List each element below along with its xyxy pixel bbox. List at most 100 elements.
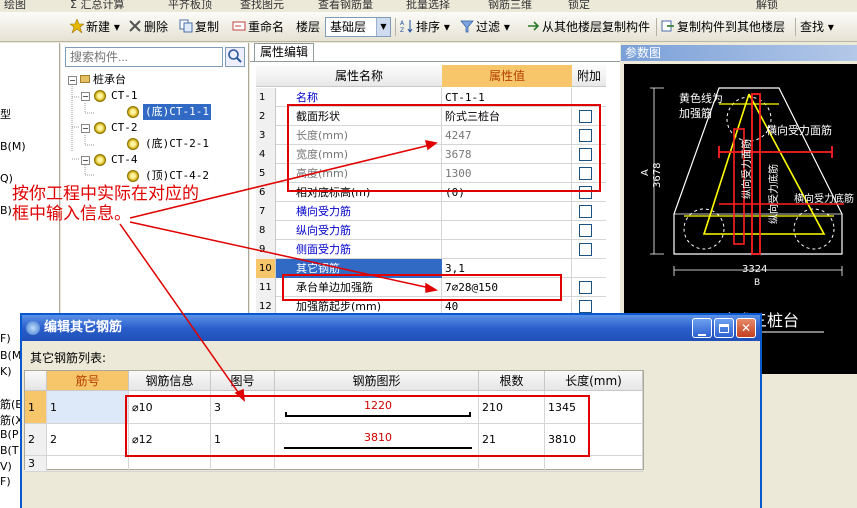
copy-from-floor-button[interactable]: 从其他楼层复制构件 — [526, 18, 650, 36]
tree-node-ct1-1[interactable]: (底)CT-1-1 — [143, 104, 211, 120]
property-name: 纵向受力筋 — [296, 224, 351, 237]
row-number: 11 — [256, 278, 276, 297]
property-name: 横向受力筋 — [296, 205, 351, 218]
header-attached: 附加 — [576, 69, 601, 83]
attach-checkbox[interactable] — [579, 300, 592, 313]
strip-label: V) — [0, 460, 12, 473]
attach-checkbox[interactable] — [579, 205, 592, 218]
tree-node-ct2[interactable]: CT-2 — [111, 120, 138, 136]
menu-unlock[interactable]: 解锁 — [756, 0, 778, 10]
row-number: 1 — [256, 88, 276, 107]
copy-to-floor-icon — [661, 19, 675, 33]
strip-label: F) — [0, 475, 11, 488]
tree-node-ct2-1[interactable]: (底)CT-2-1 — [145, 136, 209, 152]
tree-node-ct1[interactable]: CT-1 — [111, 88, 138, 104]
cell-length[interactable] — [545, 456, 643, 472]
menu-rebar-3d[interactable]: 钢筋三维 — [488, 0, 532, 10]
col-length: 长度(mm) — [545, 371, 643, 391]
menu-draw[interactable]: 绘图 — [4, 0, 26, 10]
floor-select[interactable]: 基础层 ▼ — [325, 17, 391, 37]
toolbar-divider — [656, 18, 657, 36]
label-h-top: 横向受力面筋 — [766, 123, 832, 137]
copy-to-floor-button[interactable]: 复制构件到其他楼层 — [661, 18, 785, 36]
collapse-toggle[interactable]: − — [81, 92, 90, 101]
collapse-toggle[interactable]: − — [81, 124, 90, 133]
cell-bar-no[interactable] — [47, 456, 129, 472]
property-row[interactable]: 7 横向受力筋 — [256, 202, 606, 221]
cell-count[interactable] — [479, 456, 545, 472]
dim-b-value: 3324 — [742, 264, 767, 275]
filter-icon — [460, 19, 474, 33]
label-h-bottom: 横向受力底筋 — [794, 192, 854, 205]
cell-rebar-shape[interactable] — [275, 456, 479, 472]
cell-rebar-info[interactable] — [129, 456, 211, 472]
annotation-line-1: 按你工程中实际在对应的 — [12, 184, 199, 204]
search-input[interactable] — [65, 47, 223, 67]
grid-line — [441, 240, 442, 259]
attach-checkbox[interactable] — [579, 224, 592, 237]
dim-a-label: A — [640, 169, 651, 176]
property-grid-header: 属性名称 属性值 附加 — [256, 65, 606, 87]
cell-bar-no[interactable]: 1 — [47, 391, 129, 424]
sort-icon: AZ — [400, 19, 414, 34]
rename-button[interactable]: 重命名 — [232, 18, 284, 36]
maximize-button[interactable] — [714, 318, 734, 338]
row-number: 4 — [256, 145, 276, 164]
component-icon — [127, 170, 139, 182]
minimize-icon — [698, 334, 706, 336]
cell-figure-no[interactable] — [211, 456, 275, 472]
strip-label: B(P — [0, 428, 19, 441]
attach-checkbox[interactable] — [579, 281, 592, 294]
search-button[interactable] — [225, 47, 245, 67]
menu-summary-calc[interactable]: Σ 汇总计算 — [70, 0, 124, 10]
yellow-note-line: 加强筋 — [679, 106, 712, 120]
property-row[interactable]: 9 侧面受力筋 — [256, 240, 606, 259]
property-row[interactable]: 8 纵向受力筋 — [256, 221, 606, 240]
row-number: 8 — [256, 221, 276, 240]
close-button[interactable]: ✕ — [736, 318, 756, 338]
menu-align-top[interactable]: 平齐板顶 — [168, 0, 212, 10]
menu-view-rebar[interactable]: 查看钢筋量 — [318, 0, 373, 10]
maximize-icon — [719, 324, 729, 333]
dialog-title-bar: 编辑其它钢筋 ✕ — [22, 315, 760, 341]
sort-button[interactable]: A Z 排序 ▾ — [400, 18, 450, 36]
filter-button[interactable]: 过滤 ▾ — [460, 18, 510, 36]
tree-node-pile-cap[interactable]: 桩承台 — [80, 72, 126, 88]
new-button[interactable]: 新建 ▾ — [69, 18, 120, 36]
copy-button[interactable]: 复制 — [179, 18, 219, 36]
annotation-line-2: 框中输入信息。 — [12, 204, 131, 224]
annotation-text: 按你工程中实际在对应的 框中输入信息。 — [12, 184, 199, 224]
highlight-box-shape — [287, 104, 601, 192]
tree-node-ct4[interactable]: CT-4 — [111, 152, 138, 168]
property-name: 侧面受力筋 — [296, 243, 351, 256]
strip-label: B(M) — [0, 140, 26, 153]
minimize-button[interactable] — [692, 318, 712, 338]
header-property-name: 属性名称 — [334, 69, 383, 83]
collapse-toggle[interactable]: − — [68, 76, 77, 85]
strip-label: B(M — [0, 349, 22, 362]
label-v-top: 纵向受力面筋 — [740, 139, 753, 199]
row-number: 2 — [25, 424, 47, 456]
tree-node-ct4-2[interactable]: (顶)CT-4-2 — [145, 168, 209, 184]
strip-label: B(T — [0, 444, 19, 457]
menu-lock[interactable]: 锁定 — [568, 0, 590, 10]
delete-icon — [128, 19, 142, 33]
find-button[interactable]: 查找 ▾ — [800, 18, 834, 36]
row-number: 6 — [256, 183, 276, 202]
cell-bar-no[interactable]: 2 — [47, 424, 129, 456]
component-icon — [94, 122, 106, 134]
row-number: 3 — [256, 126, 276, 145]
collapse-toggle[interactable]: − — [81, 156, 90, 165]
search-icon — [228, 49, 242, 63]
floor-label: 楼层 — [296, 20, 321, 34]
tab-property-edit[interactable]: 属性编辑 — [254, 43, 314, 61]
attach-checkbox[interactable] — [579, 243, 592, 256]
col-bar-no: 筋号 — [47, 371, 129, 391]
row-number: 2 — [256, 107, 276, 126]
app-icon — [26, 321, 40, 335]
delete-button[interactable]: 删除 — [128, 18, 168, 36]
col-count: 根数 — [479, 371, 545, 391]
menu-batch-select[interactable]: 批量选择 — [406, 0, 450, 10]
chevron-down-icon[interactable]: ▼ — [376, 18, 390, 36]
menu-find-element[interactable]: 查找图元 — [240, 0, 284, 10]
